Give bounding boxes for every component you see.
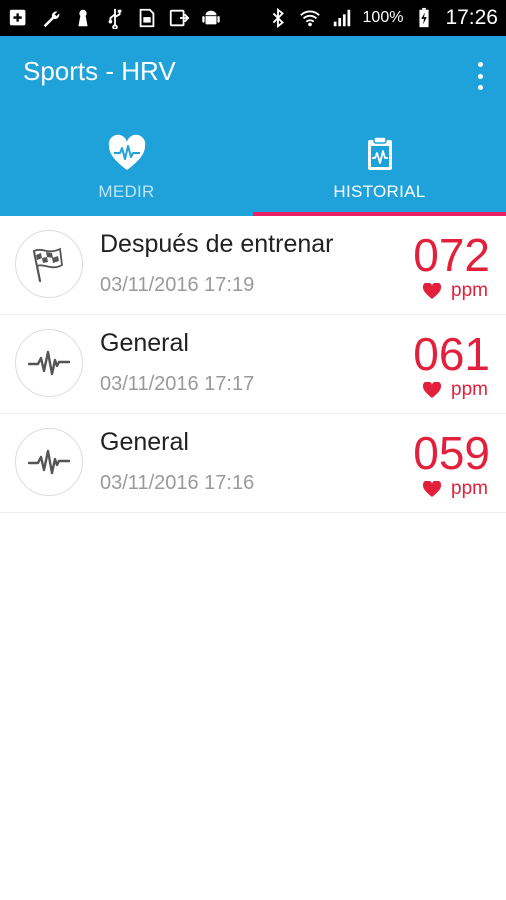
keyhole-icon [72, 7, 94, 29]
avatar [15, 329, 83, 397]
list-item[interactable]: Después de entrenar 03/11/2016 17:19 072… [0, 216, 506, 315]
wrench-icon [40, 7, 62, 29]
tab-historial[interactable]: HISTORIAL [253, 124, 506, 216]
record-unit-label: ppm [451, 478, 488, 499]
status-left-icons [8, 7, 222, 29]
record-value: 072 [413, 229, 490, 281]
heart-icon [423, 283, 442, 299]
sim-card-icon [136, 7, 158, 29]
record-value: 061 [413, 328, 490, 380]
record-date: 03/11/2016 17:16 [100, 472, 255, 494]
status-right-icons: 100% 17:26 [267, 6, 498, 30]
record-unit: ppm [423, 280, 488, 302]
add-box-icon [8, 7, 30, 29]
screen-share-icon [168, 7, 190, 29]
tab-historial-label: HISTORIAL [333, 182, 426, 201]
record-unit-label: ppm [451, 280, 488, 301]
pulse-wave-icon [27, 449, 71, 475]
avatar [15, 230, 83, 298]
history-list: Después de entrenar 03/11/2016 17:19 072… [0, 216, 506, 513]
record-date: 03/11/2016 17:17 [100, 373, 255, 395]
battery-percent: 100% [362, 9, 404, 26]
heart-icon [423, 382, 442, 398]
tab-medir-label: MEDIR [98, 182, 155, 201]
record-unit: ppm [423, 478, 488, 500]
app-title: Sports - HRV [23, 56, 176, 86]
usb-icon [104, 7, 126, 29]
tab-medir[interactable]: MEDIR [0, 124, 253, 216]
more-vert-icon[interactable] [474, 62, 486, 90]
status-clock: 17:26 [445, 6, 498, 29]
checkered-flag-icon [32, 247, 63, 283]
heart-pulse-icon [108, 134, 145, 170]
list-item[interactable]: General 03/11/2016 17:16 059 ppm [0, 414, 506, 513]
list-item[interactable]: General 03/11/2016 17:17 061 ppm [0, 315, 506, 414]
record-unit: ppm [423, 379, 488, 401]
avatar [15, 428, 83, 496]
clipboard-pulse-icon [367, 136, 392, 170]
record-unit-label: ppm [451, 379, 488, 400]
wifi-icon [299, 7, 321, 29]
status-bar: 100% 17:26 [0, 0, 506, 36]
signal-icon [331, 7, 353, 29]
record-title: General [100, 428, 189, 456]
app-bar: Sports - HRV MEDIR HISTORIAL [0, 36, 506, 216]
record-title: General [100, 329, 189, 357]
record-date: 03/11/2016 17:19 [100, 274, 255, 296]
heart-icon [423, 481, 442, 497]
record-value: 059 [413, 427, 490, 479]
android-icon [200, 7, 222, 29]
bluetooth-icon [267, 7, 289, 29]
tab-bar: MEDIR HISTORIAL [0, 124, 506, 216]
battery-charging-icon [413, 7, 435, 29]
record-title: Después de entrenar [100, 230, 334, 258]
pulse-wave-icon [27, 350, 71, 376]
